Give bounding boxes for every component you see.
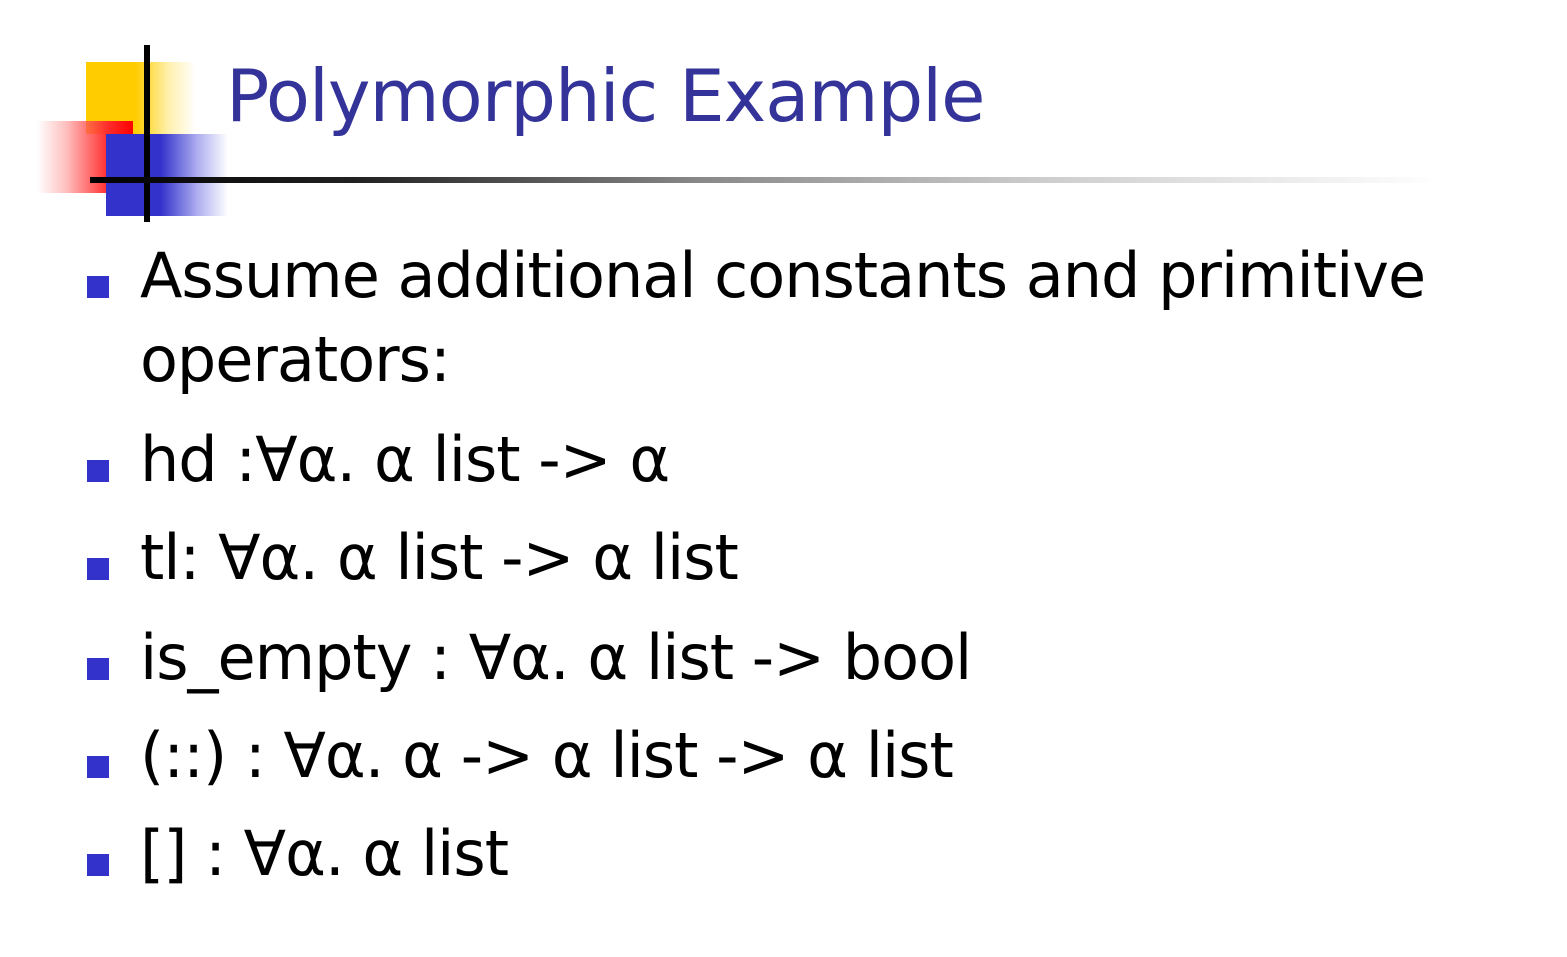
bullet-text: is_empty : ∀α. α list -> bool <box>140 621 972 694</box>
square-bullet-icon <box>87 460 109 482</box>
bullet-text: [] : ∀α. α list <box>140 817 509 890</box>
slide: Polymorphic Example Assume additional co… <box>0 0 1567 957</box>
square-bullet-icon <box>87 276 109 298</box>
bullet-text: hd :∀α. α list -> α <box>140 423 670 496</box>
square-bullet-icon <box>87 756 109 778</box>
square-bullet-icon <box>87 658 109 680</box>
bullet-text: tl: ∀α. α list -> α list <box>140 521 739 594</box>
bullet-text: (::) : ∀α. α -> α list -> α list <box>140 719 954 792</box>
bullet-list: Assume additional constants and primitiv… <box>0 0 1567 957</box>
square-bullet-icon <box>87 558 109 580</box>
bullet-text: Assume additional constants and primitiv… <box>140 239 1426 396</box>
square-bullet-icon <box>87 854 109 876</box>
